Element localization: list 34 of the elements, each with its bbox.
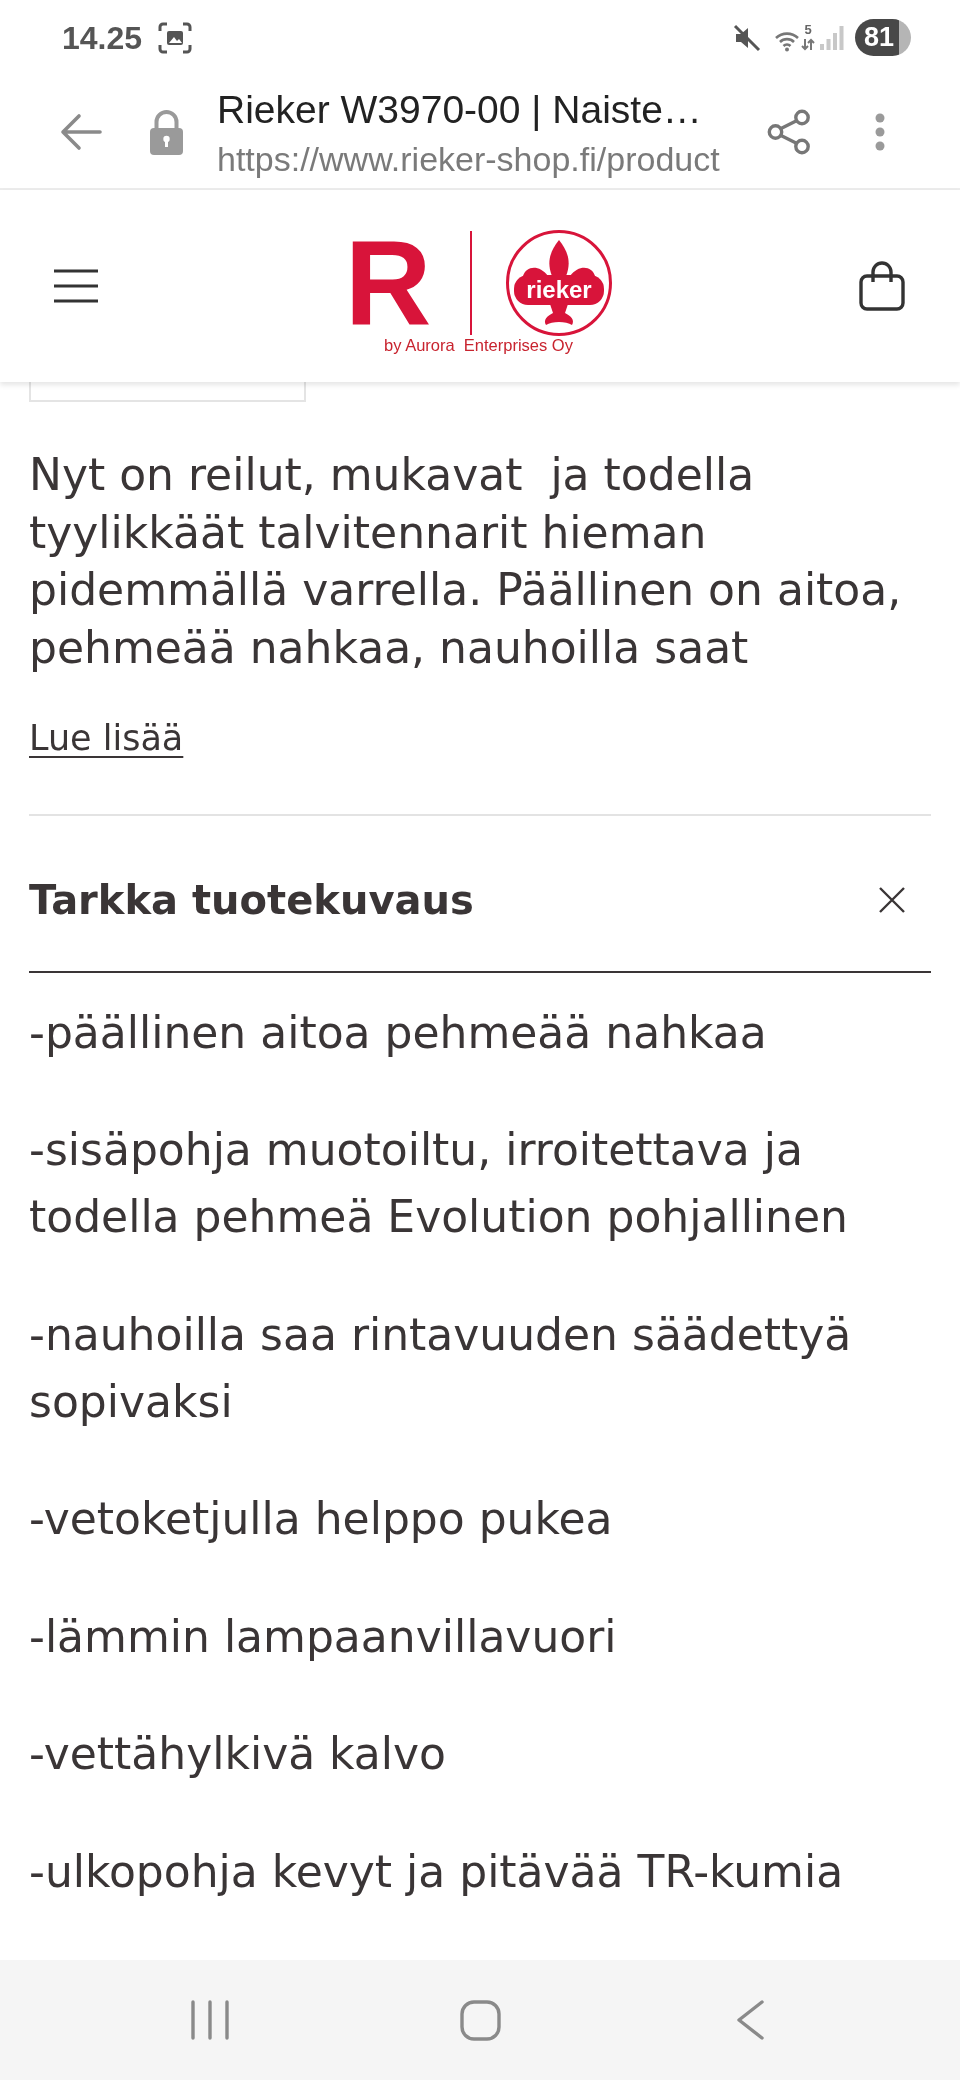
wifi-band-label: 5 <box>804 23 812 36</box>
signal-icon <box>820 25 844 50</box>
logo-wordmark: rieker <box>526 276 592 303</box>
accordion-title[interactable]: Tarkka tuotekuvaus <box>29 876 474 924</box>
close-icon[interactable] <box>879 887 905 913</box>
recent-apps-icon[interactable] <box>191 2000 229 2040</box>
feature-text: -vetoketjulla helppo pukea <box>29 1492 614 1546</box>
logo-tagline: by Aurora Enterprises Oy <box>384 336 573 355</box>
menu-icon[interactable] <box>54 269 98 303</box>
back-icon[interactable] <box>736 2000 764 2040</box>
back-arrow-icon[interactable] <box>58 112 102 151</box>
more-options-icon[interactable] <box>875 112 885 151</box>
feature-text: -nauhoilla saa rintavuuden säädettyä sopivaksi <box>29 1307 853 1429</box>
shopping-bag-icon[interactable] <box>859 261 905 311</box>
product-description: Nyt on reilut, mukavat ja todella tyylikkäät talvitennarit hieman pidemmällä varrella. Päällinen on aitoa, pehmeää nahkaa, nauhoilla saat <box>29 448 903 675</box>
page-title: Rieker W3970-00 | Naiste… <box>217 87 703 133</box>
feature-text: -vettähylkivä kalvo <box>29 1727 447 1781</box>
feature-text: -lämmin lampaanvillavuori <box>29 1609 618 1664</box>
home-icon[interactable] <box>459 1999 501 2041</box>
fleur-de-lis-emblem[interactable] <box>506 230 613 336</box>
clock-time: 14.25 <box>62 19 143 56</box>
battery-indicator: 81 <box>855 19 911 56</box>
page-url: https://www.rieker-shop.fi/product <box>217 139 720 180</box>
feature-text: -sisäpohja muotoiltu, irroitettava ja todella pehmeä Evolution pohjallinen <box>29 1123 849 1244</box>
read-more-link[interactable]: Lue lisää <box>29 716 184 760</box>
wifi-icon <box>774 29 800 52</box>
screenshot-icon <box>158 21 193 54</box>
share-icon[interactable] <box>767 108 811 155</box>
feature-text: -ulkopohja kevyt ja pitävää TR-kumia <box>29 1844 845 1899</box>
mute-icon <box>733 23 761 52</box>
logo-letter[interactable]: R <box>344 230 430 336</box>
feature-text: -päällinen aitoa pehmeää nahkaa <box>29 1005 768 1060</box>
data-transfer-icon <box>801 37 815 51</box>
lock-icon[interactable] <box>148 108 185 155</box>
